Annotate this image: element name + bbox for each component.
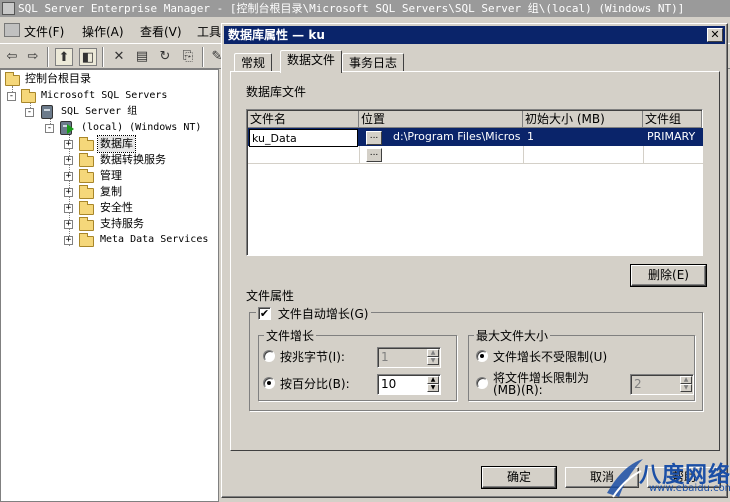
limit-label-line2: (MB)(R): [493,383,543,397]
spin-down-icon: ▼ [427,357,439,365]
folder-icon [21,89,36,103]
tab-data-files[interactable]: 数据文件 [280,50,343,73]
col-header-location[interactable]: 位置 [359,111,523,128]
expand-icon[interactable]: + [64,236,73,245]
by-mb-stepper[interactable]: 1 ▲ ▼ [377,347,441,368]
expand-icon[interactable]: + [64,220,73,229]
refresh-icon[interactable]: ↻ [156,48,174,66]
by-mb-label: 按兆字节(I): [280,350,345,364]
limit-stepper[interactable]: 2 ▲ ▼ [630,374,694,395]
folder-icon [79,169,94,183]
show-tree-icon[interactable]: ◧ [79,48,97,66]
auto-grow-checkbox[interactable]: ✔ [258,307,271,320]
browse-button[interactable]: ... [366,131,382,145]
by-percent-stepper[interactable]: 10 ▲ ▼ [377,374,441,395]
tab-transaction-log[interactable]: 事务日志 [342,53,405,72]
by-percent-radio[interactable] [263,377,275,389]
file-growth-title: 文件增长 [264,327,317,344]
expand-icon[interactable]: + [64,172,73,181]
file-properties-label: 文件属性 [246,289,295,303]
by-percent-label: 按百分比(B): [280,377,350,391]
back-arrow-icon[interactable]: ⇦ [3,48,21,66]
ok-button[interactable]: 确定 [482,467,556,488]
properties-icon[interactable]: ▤ [133,48,151,66]
collapse-icon[interactable]: - [7,92,16,101]
unlimited-label: 文件增长不受限制(U) [493,350,608,364]
unlimited-radio[interactable] [476,350,488,362]
database-properties-dialog: 数据库属性 — ku ✕ 常规 数据文件 事务日志 数据库文件 文件名 位置 初… [221,23,728,498]
filename-cell-editor[interactable]: ku_Data [249,129,358,147]
expand-icon[interactable]: + [64,156,73,165]
size-cell: 1 [527,130,534,143]
expand-icon[interactable]: + [64,188,73,197]
database-files-label: 数据库文件 [246,85,307,99]
spin-down-icon: ▼ [427,384,439,392]
delete-button[interactable]: 删除(E) [631,265,706,286]
spin-up-icon: ▲ [427,349,439,357]
folder-icon [79,153,94,167]
max-file-size-title: 最大文件大小 [474,327,551,344]
browse-button-new-row[interactable]: ... [366,148,382,162]
watermark-url: www.ebaidu.com [649,483,730,494]
expand-icon[interactable]: + [64,140,73,149]
dialog-title: 数据库属性 — ku ✕ [224,26,725,44]
col-header-filename[interactable]: 文件名 [248,111,359,128]
server-group-icon [41,105,53,119]
limit-radio[interactable] [476,377,488,389]
folder-icon [5,72,20,86]
folder-icon [79,201,94,215]
app-icon [2,2,15,15]
spin-down-icon: ▼ [680,384,692,392]
data-files-grid[interactable]: 文件名 位置 初始大小 (MB) 文件组 ku_Data ... d:\Prog… [246,109,703,256]
menu-file[interactable]: 文件(F) [24,23,64,40]
location-cell: d:\Program Files\Micros... [393,130,521,143]
auto-grow-row[interactable]: ✔ 文件自动增长(G) [256,305,371,322]
folder-icon [79,233,94,247]
console-tree: 控制台根目录 - Microsoft SQL Servers - SQL Ser… [0,69,219,502]
main-window-title: SQL Server Enterprise Manager - [控制台根目录\… [0,0,730,17]
delete-icon[interactable]: ✕ [110,48,128,66]
by-mb-radio[interactable] [263,350,275,362]
folder-icon [79,137,94,151]
filegroup-cell: PRIMARY [647,130,696,143]
folder-icon [79,185,94,199]
collapse-icon[interactable]: - [25,108,34,117]
forward-arrow-icon[interactable]: ⇨ [24,48,42,66]
folder-icon [79,217,94,231]
spin-up-icon: ▲ [427,376,439,384]
running-icon [67,124,74,134]
collapse-icon[interactable]: - [45,124,54,133]
export-icon[interactable]: ⎘ [179,48,197,66]
menu-action[interactable]: 操作(A) [82,23,124,40]
menu-view[interactable]: 查看(V) [140,23,182,40]
expand-icon[interactable]: + [64,204,73,213]
console-icon[interactable] [4,23,20,37]
spin-up-icon: ▲ [680,376,692,384]
menu-tools[interactable]: 工具 [197,23,221,40]
watermark-logo: 八度网络 www.ebaidu.com [605,455,730,502]
up-folder-icon[interactable]: ⬆ [55,48,73,66]
col-header-filegroup[interactable]: 文件组 [643,111,702,128]
tab-general[interactable]: 常规 [234,53,273,72]
col-header-initial-size[interactable]: 初始大小 (MB) [523,111,643,128]
close-icon[interactable]: ✕ [707,28,723,42]
